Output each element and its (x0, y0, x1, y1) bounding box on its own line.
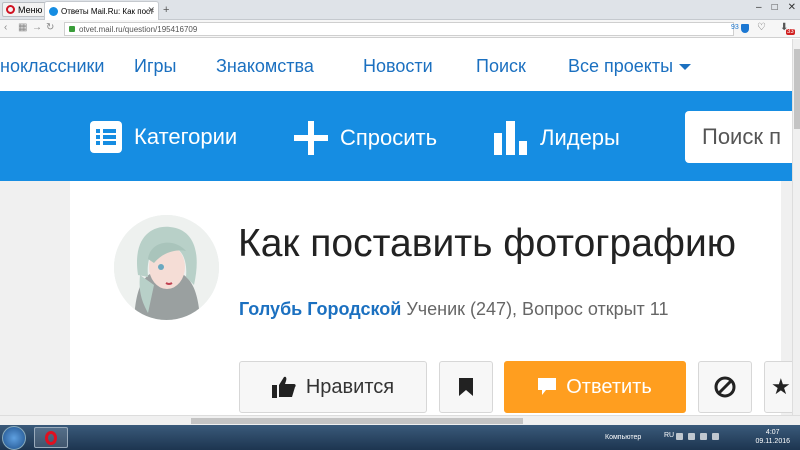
comment-icon (538, 378, 557, 395)
back-icon[interactable]: ‹ (4, 22, 7, 33)
like-label: Нравится (305, 375, 395, 398)
bar-chart-icon (494, 121, 527, 155)
maximize-icon[interactable]: □ (772, 2, 778, 13)
star-icon: ★ (771, 374, 791, 399)
horizontal-scroll-thumb[interactable] (191, 418, 523, 424)
clock[interactable]: 4:07 09.11.2016 (755, 428, 790, 446)
url-text: otvet.mail.ru/question/195416709 (79, 24, 198, 34)
like-button[interactable]: Нравится (239, 361, 427, 413)
answer-button[interactable]: Ответить (504, 361, 686, 413)
search-placeholder: Поиск п (702, 124, 781, 149)
author-line: Голубь Городской Ученик (247), Вопрос от… (239, 299, 668, 320)
tray-flag-icon[interactable] (688, 433, 695, 440)
ask-button[interactable]: Спросить (294, 121, 437, 155)
menu-label: Меню (18, 4, 43, 15)
browser-tab[interactable]: Ответы Mail.Ru: Как пост ✕ (44, 1, 159, 20)
minimize-icon[interactable]: – (756, 2, 762, 13)
thumbs-up-icon (271, 376, 296, 398)
left-margin (0, 181, 70, 415)
close-tab-icon[interactable]: ✕ (147, 5, 155, 16)
vertical-scrollbar[interactable] (792, 39, 800, 415)
bookmark-button[interactable] (439, 361, 493, 413)
vertical-scroll-thumb[interactable] (794, 49, 800, 129)
categories-button[interactable]: Категории (90, 121, 237, 153)
tray-network-icon[interactable] (700, 433, 707, 440)
plus-icon (294, 121, 328, 155)
list-icon (90, 121, 122, 153)
tab-title: Ответы Mail.Ru: Как пост (61, 6, 154, 16)
nav-odnoklassniki[interactable]: ноклассники (0, 56, 104, 77)
nav-search[interactable]: Поиск (476, 56, 526, 77)
tab-strip: Меню Ответы Mail.Ru: Как пост ✕ + – □ ✕ (0, 0, 800, 20)
tray-volume-icon[interactable] (712, 433, 719, 440)
taskbar-opera-button[interactable] (34, 427, 68, 448)
leaders-label: Лидеры (540, 125, 620, 150)
question-title: Как поставить фотографию (238, 222, 737, 265)
opera-menu-button[interactable]: Меню (2, 2, 49, 17)
grid-icon[interactable]: ▦ (18, 22, 27, 33)
clock-time: 4:07 (765, 429, 780, 436)
star-button[interactable]: ★ (764, 361, 792, 413)
forward-icon[interactable]: → (32, 22, 42, 33)
top-nav: ноклассники Игры Знакомства Новости Поис… (0, 39, 792, 91)
url-input[interactable]: otvet.mail.ru/question/195416709 (64, 22, 734, 36)
blue-toolbar: Категории Спросить Лидеры Поиск п (0, 91, 792, 181)
lock-icon (69, 26, 75, 32)
categories-label: Категории (134, 124, 238, 149)
nav-news[interactable]: Новости (363, 56, 433, 77)
start-button[interactable] (2, 426, 26, 450)
report-button[interactable] (698, 361, 752, 413)
windows-taskbar: Компьютер RU 4:07 09.11.2016 (0, 425, 800, 450)
shield-icon[interactable] (741, 24, 749, 33)
page-viewport: ноклассники Игры Знакомства Новости Поис… (0, 39, 792, 415)
opera-icon (45, 430, 57, 445)
address-bar: ‹ ▦ → ↻ otvet.mail.ru/question/195416709… (0, 20, 800, 38)
download-badge: 33 (786, 29, 795, 35)
reload-icon[interactable]: ↻ (46, 22, 54, 33)
window-controls: – □ ✕ (756, 2, 796, 13)
nav-all-projects-label: Все проекты (568, 56, 674, 76)
ask-label: Спросить (340, 125, 438, 150)
avatar[interactable] (114, 215, 219, 320)
new-tab-button[interactable]: + (163, 4, 169, 16)
tray-label: Компьютер (605, 434, 642, 441)
clock-date: 09.11.2016 (755, 438, 790, 445)
answer-label: Ответить (566, 375, 652, 398)
author-meta: Ученик (247), Вопрос открыт 11 (401, 299, 669, 319)
favicon-icon (49, 6, 58, 16)
heart-icon[interactable]: ♡ (757, 22, 766, 33)
nav-all-projects[interactable]: Все проекты (568, 56, 692, 77)
avatar-image (114, 215, 219, 320)
leaders-button[interactable]: Лидеры (494, 121, 620, 155)
search-input[interactable]: Поиск п (685, 111, 792, 163)
chevron-down-icon (679, 64, 692, 71)
bookmark-icon (459, 378, 473, 396)
opera-logo-icon (6, 5, 15, 14)
adblock-count[interactable]: 93 (731, 24, 739, 31)
author-name[interactable]: Голубь Городской (239, 299, 401, 319)
nav-dating[interactable]: Знакомства (216, 56, 314, 77)
block-icon (714, 376, 736, 398)
close-window-icon[interactable]: ✕ (788, 2, 796, 13)
horizontal-scrollbar[interactable] (0, 415, 800, 425)
nav-games[interactable]: Игры (134, 56, 176, 77)
language-indicator[interactable]: RU (664, 432, 674, 439)
tray-app-icon[interactable] (676, 433, 683, 440)
tray-icons (676, 433, 719, 440)
